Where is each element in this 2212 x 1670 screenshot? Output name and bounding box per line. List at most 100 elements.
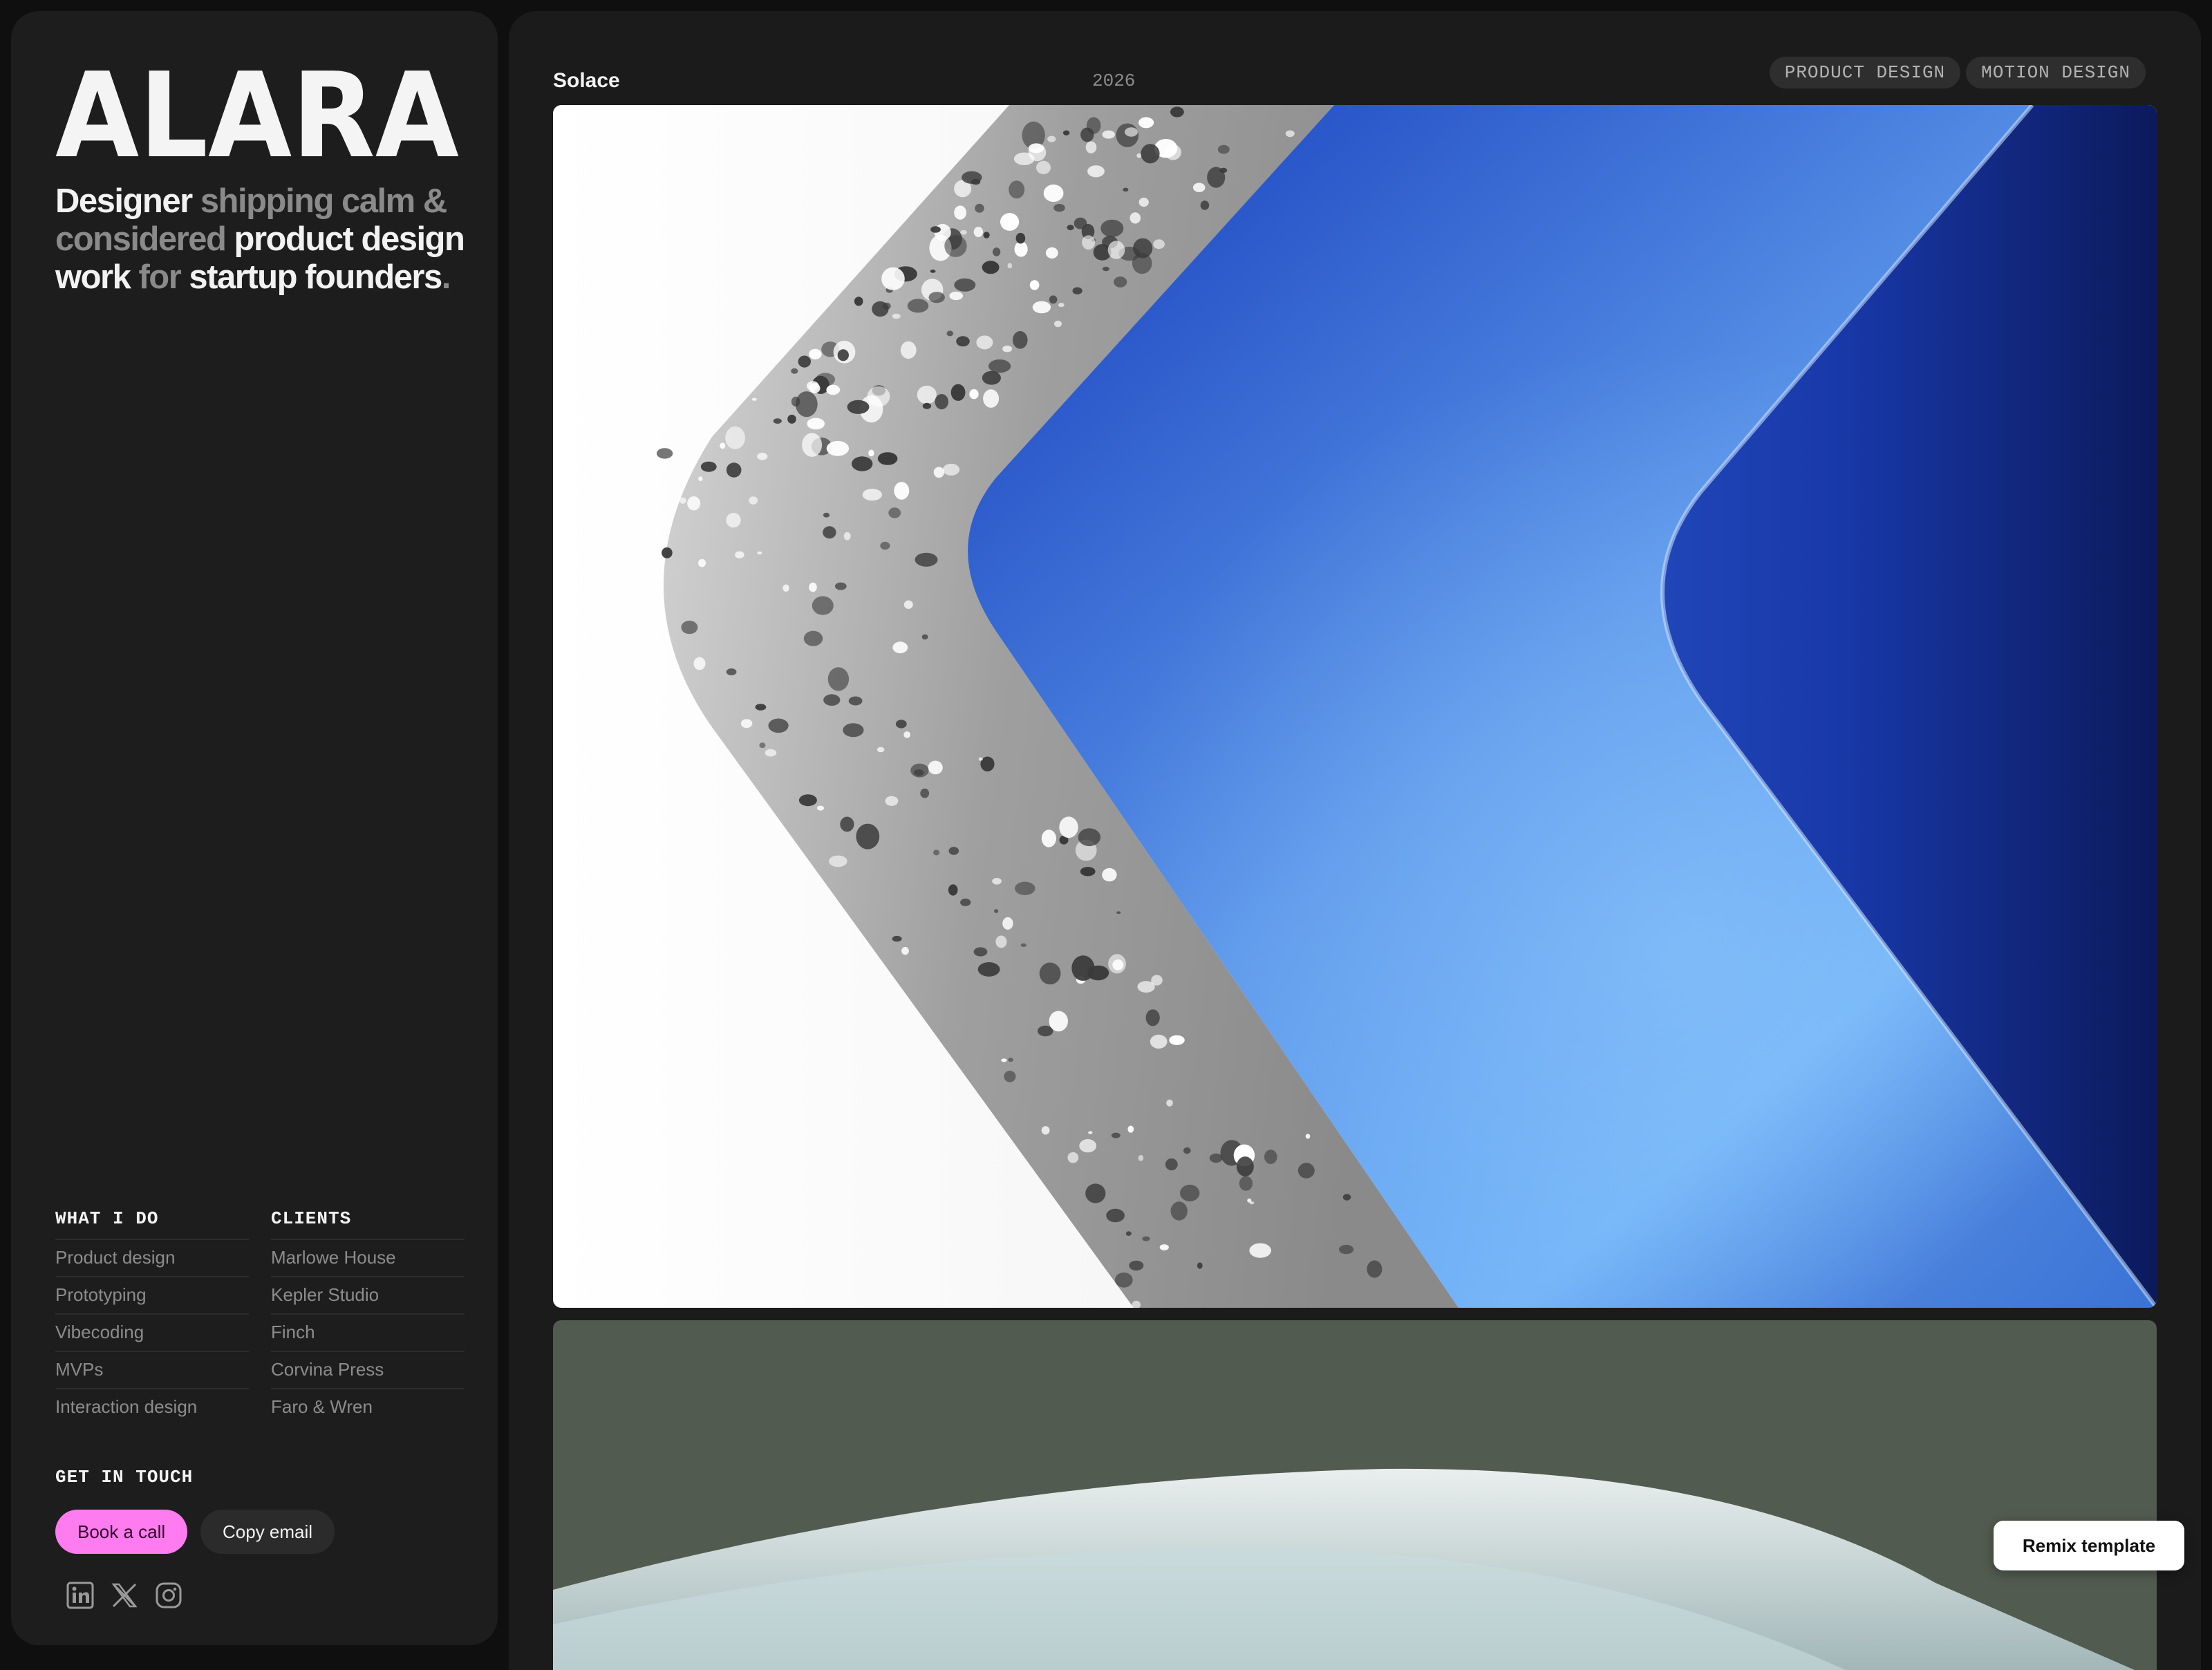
speckle <box>960 229 967 235</box>
speckle <box>885 796 899 806</box>
speckle <box>948 884 958 896</box>
client-item: Kepler Studio <box>271 1276 465 1313</box>
instagram-icon[interactable] <box>155 1582 182 1609</box>
remix-template-button[interactable]: Remix template <box>1994 1521 2184 1570</box>
speckle <box>1125 1231 1132 1236</box>
speckle <box>988 359 1011 373</box>
linkedin-icon[interactable] <box>66 1582 94 1609</box>
speckle <box>1129 1260 1144 1271</box>
speckle <box>854 297 863 306</box>
project-hero-image[interactable] <box>553 105 2157 1308</box>
client-item: Marlowe House <box>271 1239 465 1276</box>
x-icon[interactable] <box>111 1582 138 1609</box>
service-item: Vibecoding <box>55 1313 249 1351</box>
speckle <box>1159 1244 1169 1250</box>
speckle <box>843 723 864 738</box>
speckle <box>1236 1156 1254 1176</box>
speckle <box>877 452 898 465</box>
tagline: Designer shipping calm & considered prod… <box>55 182 470 297</box>
speckle <box>1087 965 1109 981</box>
speckle <box>1165 144 1181 160</box>
speckle <box>921 634 928 640</box>
speckle <box>837 349 849 362</box>
main-content: Solace 2026 PRODUCT DESIGN MOTION DESIGN <box>509 11 2201 1670</box>
speckle <box>1114 276 1127 288</box>
speckle <box>1013 331 1028 349</box>
speckle <box>1049 295 1058 304</box>
speckle <box>1049 1011 1068 1032</box>
speckle <box>994 909 999 913</box>
speckle <box>1014 241 1028 257</box>
speckle <box>679 497 686 504</box>
project-title[interactable]: Solace <box>553 69 620 93</box>
service-item: Prototyping <box>55 1276 249 1313</box>
speckle <box>930 270 936 273</box>
speckle <box>1015 881 1035 896</box>
speckle <box>1192 182 1206 192</box>
get-in-touch-heading: GET IN TOUCH <box>55 1467 194 1488</box>
speckle <box>973 227 984 238</box>
speckle <box>1141 144 1160 164</box>
speckle <box>1125 127 1138 137</box>
service-item: Interaction design <box>55 1388 249 1425</box>
speckle <box>1116 911 1121 914</box>
speckle <box>1111 1132 1121 1138</box>
speckle <box>726 462 742 478</box>
speckle <box>1062 130 1070 135</box>
speckle <box>1088 1131 1093 1134</box>
speckle <box>826 384 841 395</box>
speckle <box>1074 217 1087 229</box>
speckle <box>946 330 954 337</box>
speckle <box>1132 252 1152 274</box>
speckle <box>1138 197 1149 207</box>
speckle <box>1264 1150 1277 1164</box>
speckle <box>1078 828 1101 847</box>
speckle <box>1085 1183 1106 1203</box>
project-tag[interactable]: PRODUCT DESIGN <box>1769 57 1961 88</box>
speckle <box>976 335 993 350</box>
speckle <box>795 391 818 418</box>
speckle <box>975 203 984 213</box>
speckle <box>720 442 726 449</box>
speckle <box>852 456 873 471</box>
speckle <box>928 292 945 303</box>
speckle <box>973 947 988 957</box>
speckle <box>749 496 758 505</box>
speckle <box>826 440 850 456</box>
speckle <box>757 452 768 460</box>
tagline-segment: Designer <box>55 182 193 220</box>
speckle <box>933 467 944 478</box>
project-year: 2026 <box>1092 71 1136 91</box>
speckle <box>791 368 798 374</box>
speckle <box>983 232 990 238</box>
copy-email-button[interactable]: Copy email <box>200 1510 335 1554</box>
speckle <box>867 386 890 407</box>
speckle <box>1367 1260 1382 1278</box>
speckle <box>1138 117 1154 129</box>
book-call-button[interactable]: Book a call <box>55 1510 188 1554</box>
speckle <box>700 461 717 472</box>
speckle <box>915 552 938 567</box>
speckle <box>1008 1058 1013 1062</box>
project-tag[interactable]: MOTION DESIGN <box>1966 57 2146 88</box>
speckle <box>1013 152 1035 165</box>
speckle <box>954 205 966 220</box>
speckle <box>687 496 701 511</box>
speckle <box>1142 1236 1150 1241</box>
speckle <box>827 667 850 691</box>
speckle <box>1170 106 1184 118</box>
speckle <box>935 394 948 410</box>
speckle <box>834 582 847 590</box>
project-second-image[interactable] <box>553 1320 2157 1670</box>
speckle <box>1015 232 1026 244</box>
speckle <box>735 551 744 559</box>
client-item: Corvina Press <box>271 1351 465 1388</box>
speckle <box>872 301 889 317</box>
speckle <box>823 694 841 706</box>
speckle <box>922 402 932 409</box>
speckle <box>1100 219 1124 237</box>
speckle <box>1127 1125 1134 1133</box>
speckle <box>1297 1163 1315 1179</box>
speckle <box>949 291 964 301</box>
logo-text: ALARA <box>55 58 459 169</box>
